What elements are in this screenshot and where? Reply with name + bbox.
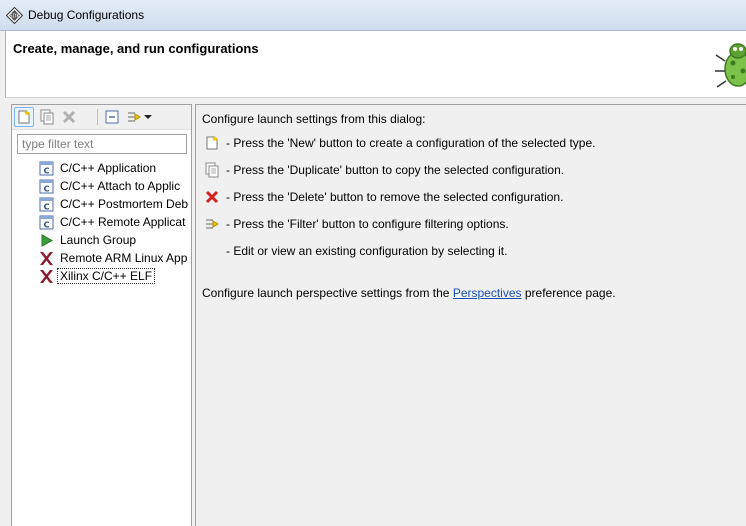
xilinx-icon — [39, 269, 54, 284]
tree-item[interactable]: C C/C++ Attach to Applic — [12, 177, 191, 195]
tree-item-label: C/C++ Application — [60, 161, 157, 175]
delete-icon — [204, 189, 220, 205]
c-app-icon: C — [39, 215, 54, 230]
collapse-all-button[interactable] — [102, 107, 122, 127]
toolbar-separator — [97, 109, 98, 125]
svg-text:SDK: SDK — [9, 14, 20, 20]
duplicate-icon — [40, 109, 54, 125]
svg-text:C: C — [44, 167, 50, 176]
tree-item-label: C/C++ Attach to Applic — [60, 179, 181, 193]
filter-icon — [204, 216, 220, 232]
help-panel: Configure launch settings from this dial… — [195, 104, 746, 526]
window-title: Debug Configurations — [28, 8, 145, 22]
duplicate-icon — [204, 162, 220, 178]
tree-item[interactable]: Xilinx C/C++ ELF — [12, 267, 191, 285]
svg-text:C: C — [44, 185, 50, 194]
tree-item-label: Remote ARM Linux App — [60, 251, 188, 265]
header-title: Create, manage, and run configurations — [13, 41, 259, 56]
tree-item[interactable]: C C/C++ Application — [12, 159, 191, 177]
collapse-all-icon — [105, 110, 119, 124]
tree-item[interactable]: Launch Group — [12, 231, 191, 249]
help-intro: Configure launch settings from this dial… — [202, 112, 426, 126]
tree-item-label: C/C++ Postmortem Deb — [60, 197, 189, 211]
new-icon — [204, 135, 220, 151]
tree-toolbar — [12, 105, 191, 130]
filter-icon — [128, 112, 141, 122]
new-configuration-button[interactable] — [14, 107, 34, 127]
title-bar: SDK Debug Configurations — [0, 0, 746, 31]
c-app-icon: C — [39, 197, 54, 212]
tree-item[interactable]: C C/C++ Postmortem Deb — [12, 195, 191, 213]
help-line-text: - Edit or view an existing configuration… — [226, 244, 508, 258]
tree-item-label: Xilinx C/C++ ELF — [57, 268, 156, 284]
perspectives-prefix: Configure launch perspective settings fr… — [202, 286, 453, 300]
dialog-header: Create, manage, and run configurations — [5, 31, 746, 98]
configuration-tree: C C/C++ Application C C/C++ Attach to Appli… — [12, 159, 191, 285]
tree-item[interactable]: Remote ARM Linux App — [12, 249, 191, 267]
perspectives-link[interactable]: Perspectives — [453, 286, 522, 300]
perspectives-text: Configure launch perspective settings fr… — [202, 286, 616, 300]
view-menu-button[interactable] — [141, 107, 155, 127]
perspectives-suffix: preference page. — [521, 286, 616, 300]
new-icon — [18, 110, 30, 124]
configuration-tree-panel: C C/C++ Application C C/C++ Attach to Appli… — [11, 104, 192, 526]
duplicate-button[interactable] — [37, 107, 57, 127]
help-line-text: - Press the 'Delete' button to remove th… — [226, 190, 564, 204]
sdk-app-icon: SDK — [6, 7, 23, 24]
help-line-text: - Press the 'Duplicate' button to copy t… — [226, 163, 565, 177]
tree-item-label: C/C++ Remote Applicat — [60, 215, 186, 229]
chevron-down-icon — [144, 115, 152, 119]
svg-text:C: C — [44, 203, 50, 212]
delete-button[interactable] — [59, 107, 79, 127]
debug-bug-icon — [715, 43, 746, 88]
help-line-text: - Press the 'Filter' button to configure… — [226, 217, 509, 231]
filter-input[interactable] — [17, 134, 187, 154]
launch-group-icon — [39, 233, 54, 248]
c-app-icon: C — [39, 161, 54, 176]
tree-item[interactable]: C C/C++ Remote Applicat — [12, 213, 191, 231]
delete-icon — [62, 110, 76, 124]
tree-item-label: Launch Group — [60, 233, 137, 247]
xilinx-icon — [39, 251, 54, 266]
svg-text:C: C — [44, 221, 50, 230]
c-app-icon: C — [39, 179, 54, 194]
help-line-text: - Press the 'New' button to create a con… — [226, 136, 596, 150]
